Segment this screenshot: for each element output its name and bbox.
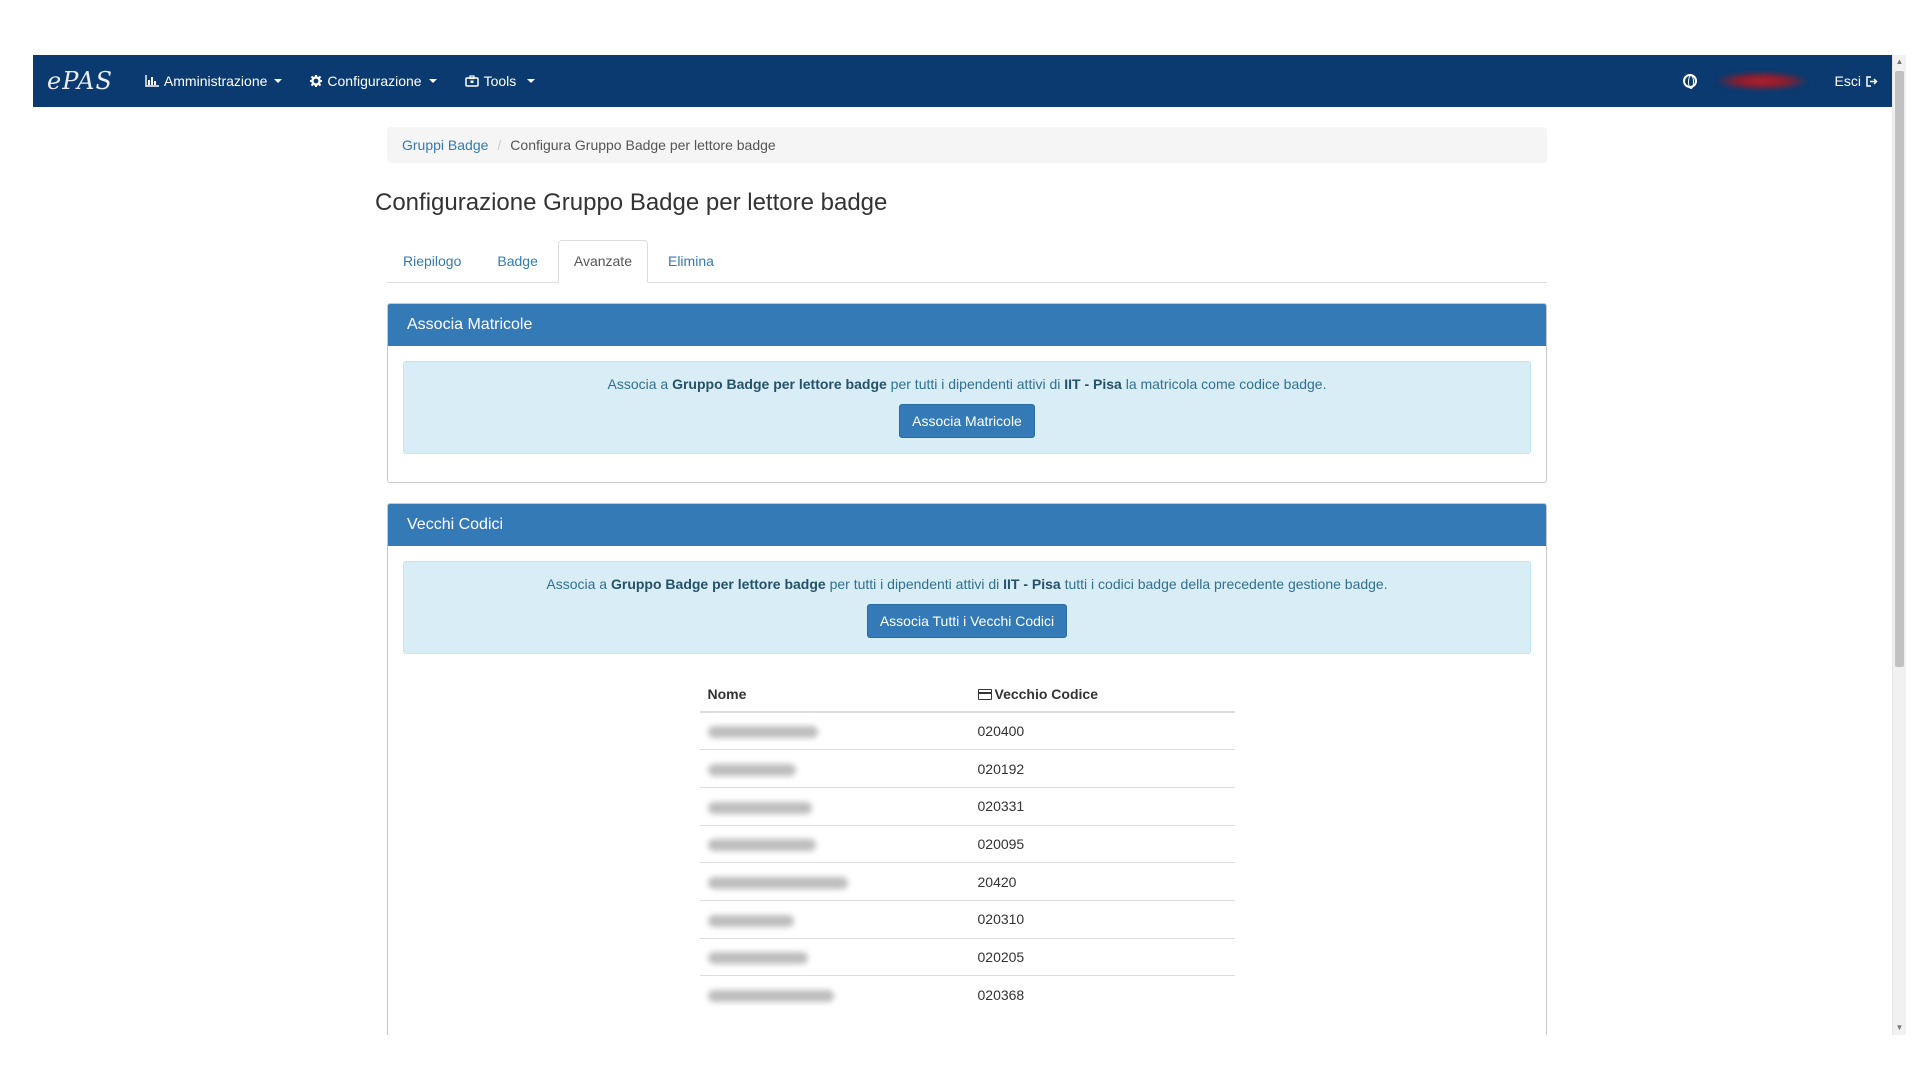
redacted-name: [707, 952, 808, 965]
name-cell-redacted: [699, 786, 970, 826]
code-cell: 020310: [969, 899, 1235, 939]
top-navbar: ePAS Amministrazione Configurazione Tool…: [33, 55, 1892, 107]
code-cell: 020095: [969, 824, 1235, 863]
browser-viewport: ePAS Amministrazione Configurazione Tool…: [33, 55, 1906, 1035]
panel-title: Associa Matricole: [388, 304, 1546, 346]
chevron-down-icon: [428, 79, 437, 83]
scrollbar-thumb[interactable]: [1895, 71, 1904, 667]
user-name-redacted[interactable]: [1716, 72, 1807, 90]
column-header-vecchio-codice: Vecchio Codice: [969, 676, 1235, 713]
redacted-name: [707, 726, 818, 739]
logout-label: Esci: [1834, 73, 1861, 89]
info-text-suffix: la matricola come codice badge.: [1121, 376, 1327, 392]
table-row: 020331: [699, 786, 1235, 826]
code-cell: 020368: [969, 975, 1235, 1014]
scroll-up-arrow-icon[interactable]: ▲: [1893, 55, 1906, 69]
info-text-prefix: Associa a: [546, 576, 611, 592]
info-office-name: IIT - Pisa: [1064, 376, 1122, 392]
code-cell: 020400: [969, 711, 1235, 750]
column-header-nome: Nome: [699, 676, 970, 713]
brand-logo[interactable]: ePAS: [33, 67, 131, 95]
logout-icon: [1866, 75, 1878, 87]
info-group-name: Gruppo Badge per lettore badge: [672, 376, 887, 392]
info-office-name: IIT - Pisa: [1003, 576, 1061, 592]
redacted-name: [707, 876, 848, 889]
tab-badge[interactable]: Badge: [481, 240, 553, 282]
breadcrumb: Gruppi Badge / Configura Gruppo Badge pe…: [387, 127, 1547, 163]
redacted-name: [707, 763, 796, 776]
table-row: 020192: [699, 749, 1235, 788]
table-row: 020368: [699, 975, 1235, 1014]
table-row: 20420: [699, 862, 1235, 901]
page-title: Configurazione Gruppo Badge per lettore …: [375, 189, 888, 216]
table-row: 020095: [699, 824, 1235, 863]
redacted-name: [707, 990, 834, 1003]
name-cell-redacted: [699, 824, 970, 863]
chevron-down-icon: [274, 79, 283, 83]
menu-tools[interactable]: Tools: [451, 55, 550, 107]
table-row: 020205: [699, 937, 1235, 976]
main-container: Gruppi Badge / Configura Gruppo Badge pe…: [375, 127, 1547, 1035]
redacted-name: [707, 839, 816, 852]
code-cell: 020205: [969, 937, 1235, 976]
name-cell-redacted: [699, 862, 970, 901]
associa-vecchi-codici-button[interactable]: Associa Tutti i Vecchi Codici: [866, 604, 1068, 638]
menu-configurazione-label: Configurazione: [327, 73, 422, 89]
info-box: Associa a Gruppo Badge per lettore badge…: [403, 561, 1531, 654]
menu-amministrazione-label: Amministrazione: [163, 73, 268, 89]
vecchi-codici-table: Nome Vecchio Codice 020400 020192 020331…: [699, 676, 1235, 1014]
breadcrumb-separator: /: [497, 137, 502, 153]
gear-icon: [310, 75, 323, 87]
name-cell-redacted: [699, 749, 970, 788]
code-cell: 020331: [969, 786, 1235, 826]
associa-matricole-button[interactable]: Associa Matricole: [899, 404, 1035, 438]
redacted-name: [707, 801, 812, 814]
toolbox-icon: [464, 75, 479, 87]
menu-amministrazione[interactable]: Amministrazione: [131, 55, 296, 107]
bar-chart-icon: [145, 75, 159, 87]
info-text-suffix: tutti i codici badge della precedente ge…: [1060, 576, 1388, 592]
code-cell: 20420: [969, 862, 1235, 901]
column-header-vecchio-codice-label: Vecchio Codice: [994, 685, 1098, 702]
tab-bar: Riepilogo Badge Avanzate Elimina: [387, 240, 1547, 283]
credit-card-icon: [977, 688, 992, 700]
info-text-mid: per tutti i dipendenti attivi di: [886, 376, 1065, 392]
code-cell: 020192: [969, 749, 1235, 788]
breadcrumb-link-gruppi-badge[interactable]: Gruppi Badge: [402, 137, 488, 153]
logout-link[interactable]: Esci: [1835, 73, 1892, 89]
info-box: Associa a Gruppo Badge per lettore badge…: [403, 361, 1531, 454]
help-globe-icon[interactable]: [1682, 74, 1697, 89]
info-text-prefix: Associa a: [607, 376, 673, 392]
name-cell-redacted: [699, 711, 970, 750]
table-row: 020400: [699, 711, 1235, 750]
vertical-scrollbar[interactable]: ▲ ▼: [1892, 55, 1906, 1035]
panel-title: Vecchi Codici: [388, 504, 1546, 546]
table-row: 020310: [699, 899, 1235, 939]
info-text-mid: per tutti i dipendenti attivi di: [825, 576, 1004, 592]
info-text: Associa a Gruppo Badge per lettore badge…: [414, 576, 1520, 592]
name-cell-redacted: [699, 899, 970, 939]
panel-associa-matricole: Associa Matricole Associa a Gruppo Badge…: [387, 303, 1547, 483]
scroll-down-arrow-icon[interactable]: ▼: [1893, 1021, 1906, 1035]
name-cell-redacted: [699, 937, 970, 976]
panel-vecchi-codici: Vecchi Codici Associa a Gruppo Badge per…: [387, 503, 1547, 1035]
name-cell-redacted: [699, 975, 970, 1014]
info-text: Associa a Gruppo Badge per lettore badge…: [414, 376, 1520, 392]
breadcrumb-current: Configura Gruppo Badge per lettore badge: [510, 137, 776, 153]
menu-tools-label: Tools: [483, 73, 517, 89]
tab-elimina[interactable]: Elimina: [652, 240, 730, 282]
chevron-down-icon: [527, 79, 536, 83]
tab-avanzate[interactable]: Avanzate: [557, 240, 648, 283]
table-header-row: Nome Vecchio Codice: [699, 676, 1235, 713]
redacted-name: [707, 914, 794, 927]
tab-riepilogo[interactable]: Riepilogo: [387, 240, 477, 282]
info-group-name: Gruppo Badge per lettore badge: [610, 576, 826, 592]
menu-configurazione[interactable]: Configurazione: [296, 55, 450, 107]
